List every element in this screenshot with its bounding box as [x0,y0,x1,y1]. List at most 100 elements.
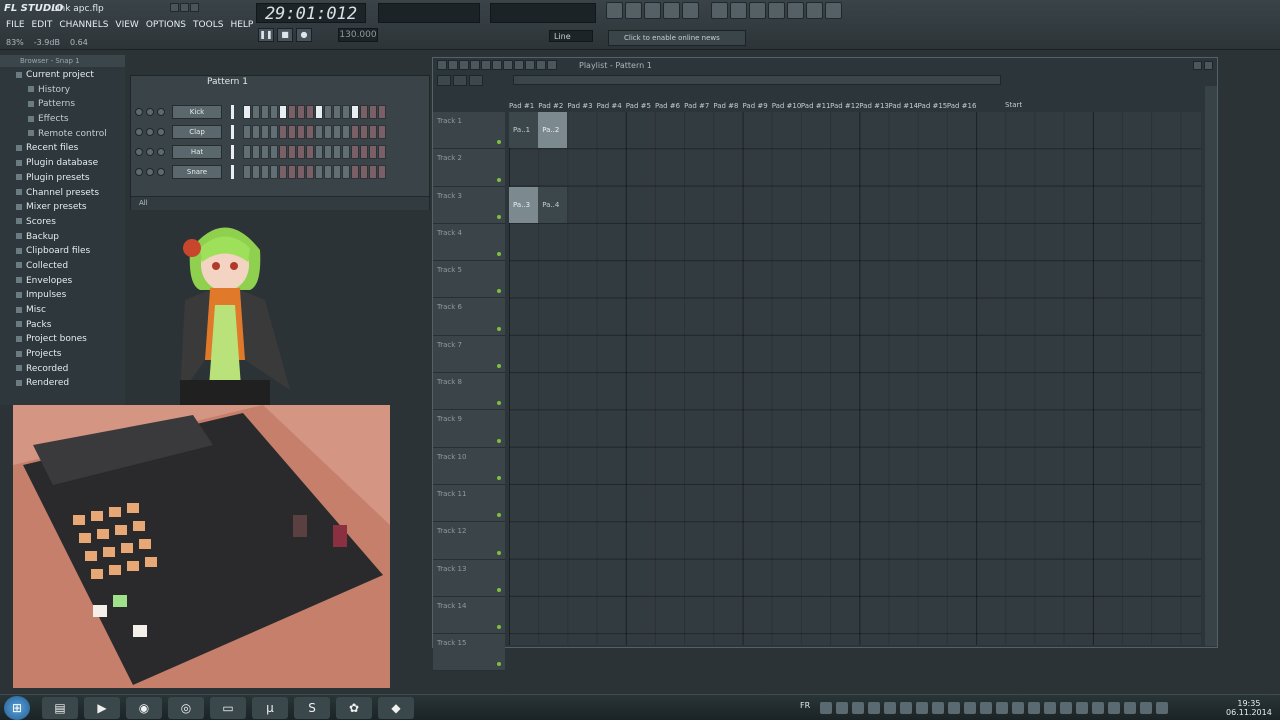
browser-item[interactable]: Collected [0,259,125,274]
step-button[interactable] [297,125,305,139]
step-button[interactable] [333,105,341,119]
channel-name-button[interactable]: Clap [172,125,222,139]
channel-name-button[interactable]: Kick [172,105,222,119]
step-button[interactable] [369,145,377,159]
mute-led-icon[interactable] [135,168,143,176]
select-icon[interactable] [525,60,535,70]
track-header[interactable]: Track 2 [433,149,505,187]
track-mute-led-icon[interactable] [497,587,501,592]
step-button[interactable] [261,145,269,159]
step-button[interactable] [315,145,323,159]
step-button[interactable] [252,105,260,119]
step-button[interactable] [333,165,341,179]
step-button[interactable] [342,165,350,179]
channel-select-indicator[interactable] [231,145,234,159]
browser-item[interactable]: Current project [0,68,125,83]
step-button[interactable] [324,125,332,139]
step-button[interactable] [297,165,305,179]
app-icon[interactable]: ◆ [378,697,414,719]
tray-icon[interactable] [820,702,832,714]
step-button[interactable] [288,125,296,139]
step-button[interactable] [243,125,251,139]
step-button[interactable] [288,165,296,179]
track-header[interactable]: Track 13 [433,559,505,597]
pan-knob-icon[interactable] [146,168,154,176]
minimize-icon[interactable] [170,3,179,12]
menu-tools[interactable]: TOOLS [193,20,223,30]
tray-icon[interactable] [1060,702,1072,714]
step-button[interactable] [351,165,359,179]
step-button[interactable] [360,105,368,119]
playlist-grid[interactable]: Pa..1 Pa..2 Pa..3 Pa..4 [509,112,1201,645]
mixer-icon[interactable] [663,2,680,19]
tray-icon[interactable] [948,702,960,714]
pattern-clip[interactable]: Pa..2 [538,112,568,148]
help-icon[interactable] [825,2,842,19]
track-mute-led-icon[interactable] [497,214,501,219]
tray-icon[interactable] [852,702,864,714]
step-button[interactable] [324,145,332,159]
browser-item[interactable]: Effects [0,112,125,127]
media-player-icon[interactable]: ▶ [84,697,120,719]
pattern-clip[interactable]: Pa..3 [509,186,539,223]
piano-roll-icon[interactable] [625,2,642,19]
step-button[interactable] [306,165,314,179]
channel-select-indicator[interactable] [231,105,234,119]
track-mute-led-icon[interactable] [497,475,501,480]
channel-rack-icon[interactable] [644,2,661,19]
tray-icon[interactable] [868,702,880,714]
track-header[interactable]: Track 14 [433,596,505,635]
step-button[interactable] [261,105,269,119]
track-header[interactable]: Track 6 [433,298,505,336]
browser-item[interactable]: Projects [0,347,125,362]
track-header[interactable]: Track 12 [433,522,505,560]
step-button[interactable] [342,145,350,159]
song-position-display[interactable]: 29:01:012 [256,3,366,24]
start-marker[interactable]: Start [1005,101,1022,109]
cpu-icon[interactable] [711,2,728,19]
step-button[interactable] [270,105,278,119]
channel-filter[interactable]: All [131,196,429,210]
channel-select-indicator[interactable] [231,125,234,139]
menu-channels[interactable]: CHANNELS [59,20,108,30]
volume-knob-icon[interactable] [157,128,165,136]
tray-icon[interactable] [932,702,944,714]
track-mute-led-icon[interactable] [497,438,501,443]
pattern-clip[interactable]: Pa..1 [509,112,539,148]
step-button[interactable] [378,165,386,179]
browser-item[interactable]: Recorded [0,362,125,377]
step-button[interactable] [360,125,368,139]
step-button[interactable] [243,145,251,159]
track-header[interactable]: Track 11 [433,484,505,523]
track-mute-led-icon[interactable] [497,326,501,331]
browser-item[interactable]: Rendered [0,376,125,391]
save-icon[interactable] [806,2,823,19]
track-mute-led-icon[interactable] [497,252,501,257]
browser-item[interactable]: Recent files [0,141,125,156]
step-button[interactable] [333,145,341,159]
volume-knob-icon[interactable] [157,148,165,156]
step-button[interactable] [342,125,350,139]
browser-item[interactable]: Packs [0,318,125,333]
tools-icon[interactable] [768,2,785,19]
menu-view[interactable]: VIEW [115,20,138,30]
menu-edit[interactable]: EDIT [32,20,53,30]
view-mode-icon[interactable] [453,75,467,86]
snap-icon[interactable] [448,60,458,70]
step-button[interactable] [378,125,386,139]
menu-arrow-icon[interactable] [437,60,447,70]
channel-name-button[interactable]: Hat [172,145,222,159]
step-button[interactable] [306,105,314,119]
pan-knob-icon[interactable] [146,148,154,156]
track-mute-led-icon[interactable] [497,550,501,555]
step-button[interactable] [369,125,377,139]
browser-item[interactable]: Project bones [0,332,125,347]
browser-item[interactable]: Remote control [0,127,125,142]
browser-item[interactable]: Envelopes [0,274,125,289]
step-button[interactable] [351,145,359,159]
paint-icon[interactable] [470,60,480,70]
slice-icon[interactable] [514,60,524,70]
browser-item[interactable]: Impulses [0,288,125,303]
pattern-selector[interactable]: Pattern 1 [207,77,248,87]
browser-item[interactable]: Plugin database [0,156,125,171]
